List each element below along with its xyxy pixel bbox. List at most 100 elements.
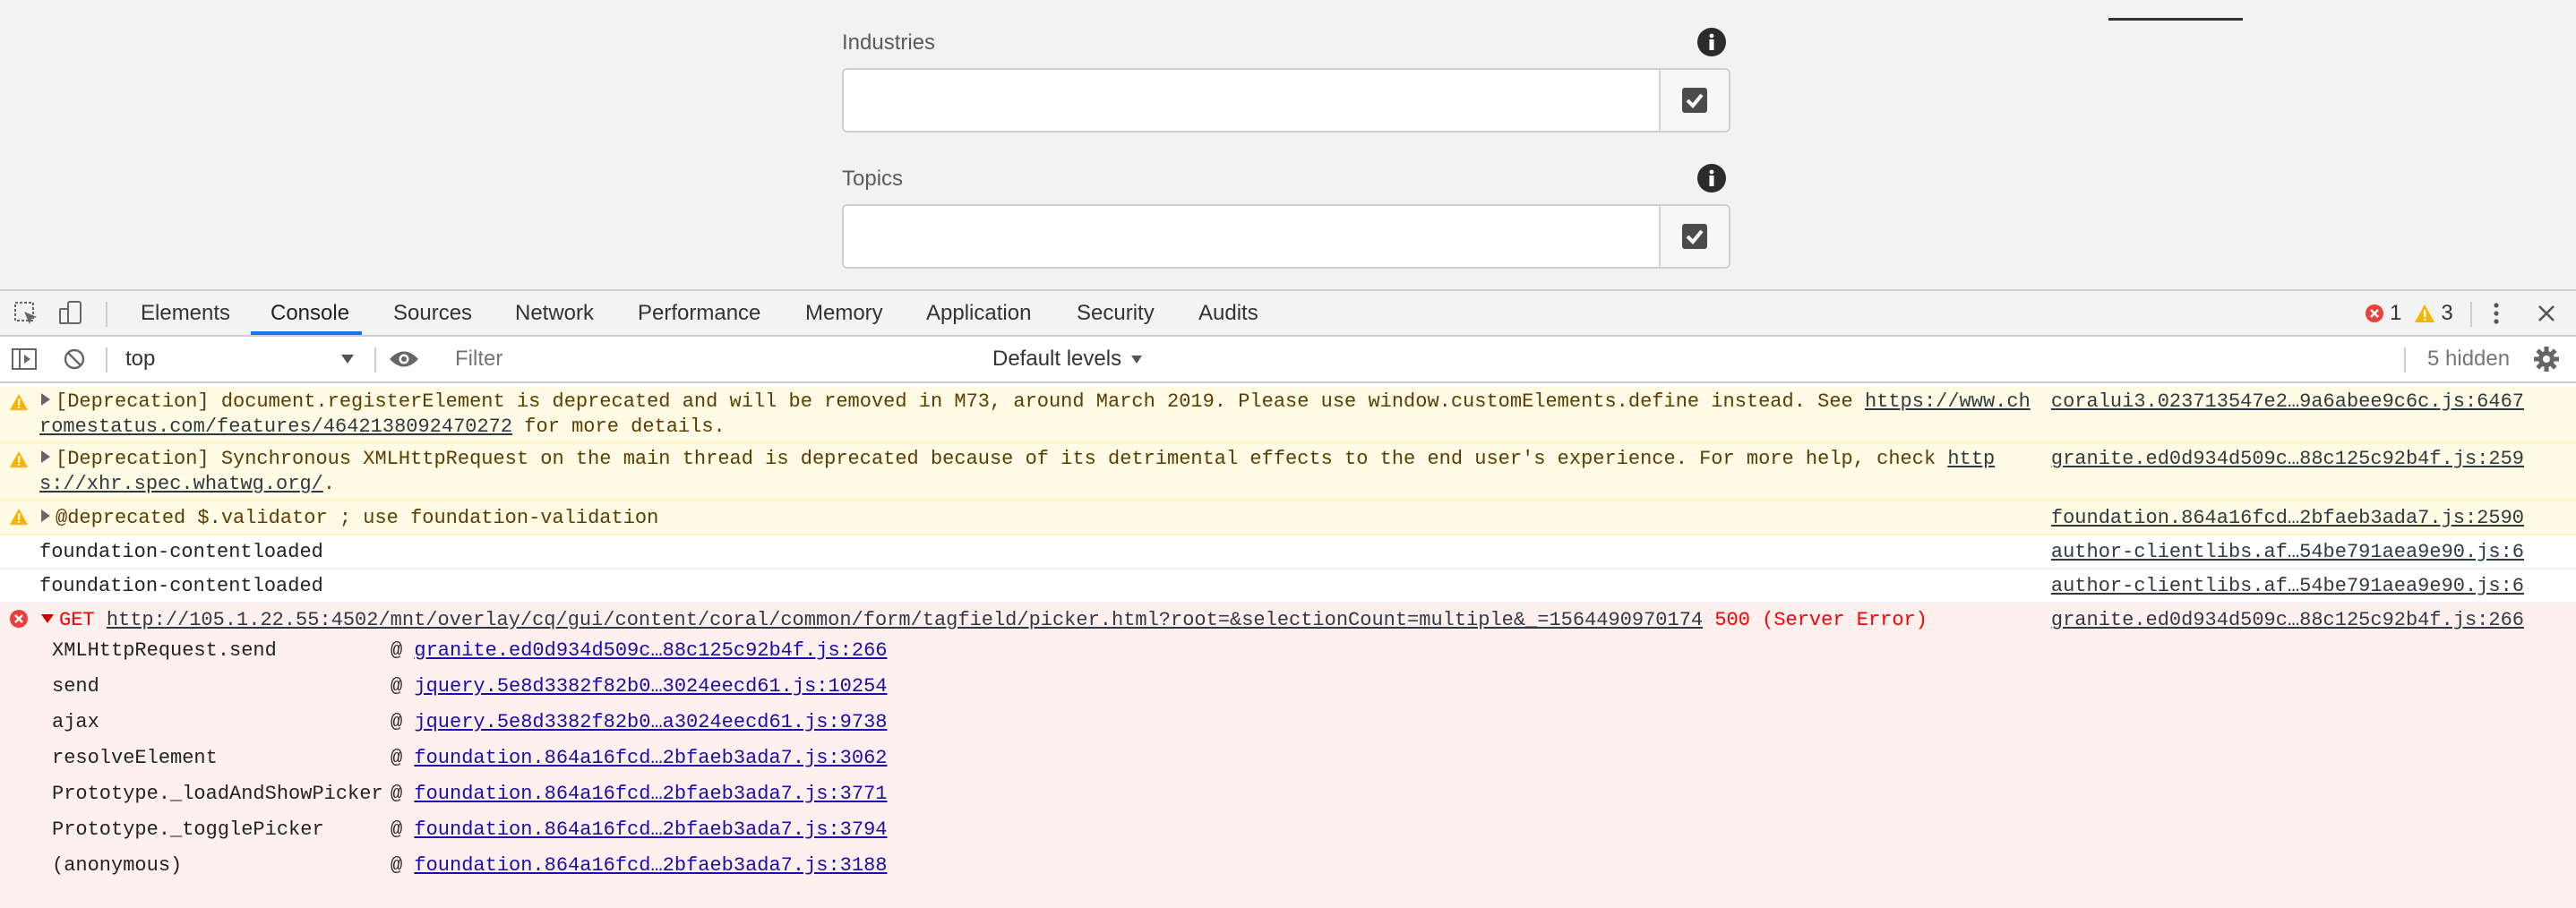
stack-location: @ foundation.864a16fcd…2bfaeb3ada7.js:30… [391,747,888,769]
stack-location: @ granite.ed0d934d509c…88c125c92b4f.js:2… [391,639,888,662]
console-toolbar: top Default levels 5 hidden [0,337,2576,383]
topics-picker-button[interactable] [1659,204,1730,269]
industries-input[interactable] [842,68,1661,133]
source-link[interactable]: author-clientlibs.af…54be791aea9e90.js:6 [2051,541,2524,563]
stack-location: @ foundation.864a16fcd…2bfaeb3ada7.js:37… [391,818,888,841]
toolbar-divider [106,347,107,373]
stack-link[interactable]: foundation.864a16fcd…2bfaeb3ada7.js:3188 [414,854,887,877]
warning-count: 3 [2441,300,2453,325]
message-text-continued: s://xhr.spec.whatwg.org/. [39,473,335,495]
stack-link[interactable]: jquery.5e8d3382f82b0…3024eecd61.js:10254 [414,675,887,698]
more-menu-icon[interactable] [2481,298,2512,329]
tab-indicator [2108,18,2243,21]
industries-picker-button[interactable] [1659,68,1730,133]
console-warning: [Deprecation] Synchronous XMLHttpRequest… [0,444,2576,501]
inspect-element-icon[interactable] [11,298,41,329]
tab-security[interactable]: Security [1077,291,1155,335]
filter-input[interactable] [450,344,978,374]
message-link[interactable]: romestatus.com/features/4642138092470272 [39,415,512,438]
error-method: GET [59,609,95,631]
info-icon[interactable] [1696,163,1727,193]
message-text: @deprecated $.validator ; use foundation… [41,507,658,529]
stack-function: resolveElement [52,747,218,769]
sidebar-toggle-icon[interactable] [9,344,39,374]
message-text-part: . [322,473,336,495]
device-toolbar-icon[interactable] [56,298,86,329]
topics-input[interactable] [842,204,1661,269]
error-url[interactable]: http://105.1.22.55:4502/mnt/overlay/cq/g… [107,609,1703,631]
source-link[interactable]: granite.ed0d934d509c…88c125c92b4f.js:266 [2051,609,2524,631]
tab-sources[interactable]: Sources [393,291,472,335]
warning-icon [9,393,29,411]
console-log: foundation-contentloaded author-clientli… [0,570,2576,604]
collapse-icon[interactable] [41,614,54,623]
toolbar-divider [374,347,376,373]
topics-label: Topics [842,167,904,191]
warning-icon [9,450,29,468]
error-message: GET http://105.1.22.55:4502/mnt/overlay/… [41,609,1928,631]
eye-icon[interactable] [389,344,419,374]
message-text-part: for more details. [512,415,726,438]
error-icon [2366,304,2383,322]
message-text-part: [Deprecation] Synchronous XMLHttpRequest… [56,448,1948,470]
industries-label: Industries [842,30,936,55]
stack-link[interactable]: foundation.864a16fcd…2bfaeb3ada7.js:3794 [414,818,887,841]
message-text-continued: romestatus.com/features/4642138092470272… [39,415,726,438]
message-text: foundation-contentloaded [39,575,323,597]
message-link[interactable]: https://www.ch [1865,390,2031,413]
clear-console-icon[interactable] [59,344,90,374]
tab-elements[interactable]: Elements [141,291,230,335]
expand-icon[interactable] [41,450,50,463]
tab-console[interactable]: Console [270,291,349,335]
log-levels-dropdown[interactable]: Default levels [992,337,1154,381]
stack-function: ajax [52,711,99,733]
console-error: GET http://105.1.22.55:4502/mnt/overlay/… [0,604,2576,908]
tab-memory[interactable]: Memory [805,291,883,335]
message-text-part: [Deprecation] document.registerElement i… [56,390,1865,413]
message-link[interactable]: s://xhr.spec.whatwg.org/ [39,473,323,495]
message-text: [Deprecation] Synchronous XMLHttpRequest… [41,448,1995,470]
source-link[interactable]: coralui3.023713547e2…9a6abee9c6c.js:6467 [2051,390,2524,413]
close-icon[interactable] [2531,298,2562,329]
source-link[interactable]: foundation.864a16fcd…2bfaeb3ada7.js:2590 [2051,507,2524,529]
chevron-down-icon [341,355,354,364]
checkbox-icon [1682,224,1707,249]
warning-icon [2415,304,2435,322]
stack-function: (anonymous) [52,854,183,877]
stack-link[interactable]: foundation.864a16fcd…2bfaeb3ada7.js:3771 [414,783,887,805]
context-select[interactable]: top [113,337,364,381]
error-count: 1 [2390,300,2402,325]
source-link[interactable]: granite.ed0d934d509c…88c125c92b4f.js:259 [2051,448,2524,470]
stack-function: Prototype._loadAndShowPicker [52,783,383,805]
source-link[interactable]: author-clientlibs.af…54be791aea9e90.js:6 [2051,575,2524,597]
checkbox-icon [1682,88,1707,113]
issue-counter[interactable]: 1 3 [2365,291,2453,335]
console-warning: [Deprecation] document.registerElement i… [0,387,2576,444]
stack-location: @ foundation.864a16fcd…2bfaeb3ada7.js:31… [391,854,888,877]
stack-location: @ jquery.5e8d3382f82b0…3024eecd61.js:102… [391,675,888,698]
expand-icon[interactable] [41,393,50,406]
message-text-part: @deprecated $.validator ; use foundation… [56,507,659,529]
expand-icon[interactable] [41,510,50,522]
message-text: foundation-contentloaded [39,541,323,563]
stack-function: send [52,675,99,698]
info-icon[interactable] [1696,27,1727,57]
tab-network[interactable]: Network [515,291,594,335]
stack-link[interactable]: jquery.5e8d3382f82b0…a3024eecd61.js:9738 [414,711,887,733]
tab-performance[interactable]: Performance [638,291,760,335]
stack-link[interactable]: foundation.864a16fcd…2bfaeb3ada7.js:3062 [414,747,887,769]
stack-link[interactable]: granite.ed0d934d509c…88c125c92b4f.js:266 [414,639,887,662]
gear-icon[interactable] [2531,344,2562,374]
tab-application[interactable]: Application [926,291,1031,335]
console-warning: @deprecated $.validator ; use foundation… [0,501,2576,535]
page-area: Industries Topics [0,0,2576,289]
toolbar-divider [106,302,107,327]
warning-icon [9,508,29,526]
message-text: [Deprecation] document.registerElement i… [41,390,2031,413]
tab-audits[interactable]: Audits [1198,291,1258,335]
context-select-value: top [125,347,156,371]
stack-location: @ foundation.864a16fcd…2bfaeb3ada7.js:37… [391,783,888,805]
stack-function: Prototype._togglePicker [52,818,324,841]
message-link[interactable]: http [1947,448,1995,470]
log-levels-label: Default levels [992,347,1122,371]
